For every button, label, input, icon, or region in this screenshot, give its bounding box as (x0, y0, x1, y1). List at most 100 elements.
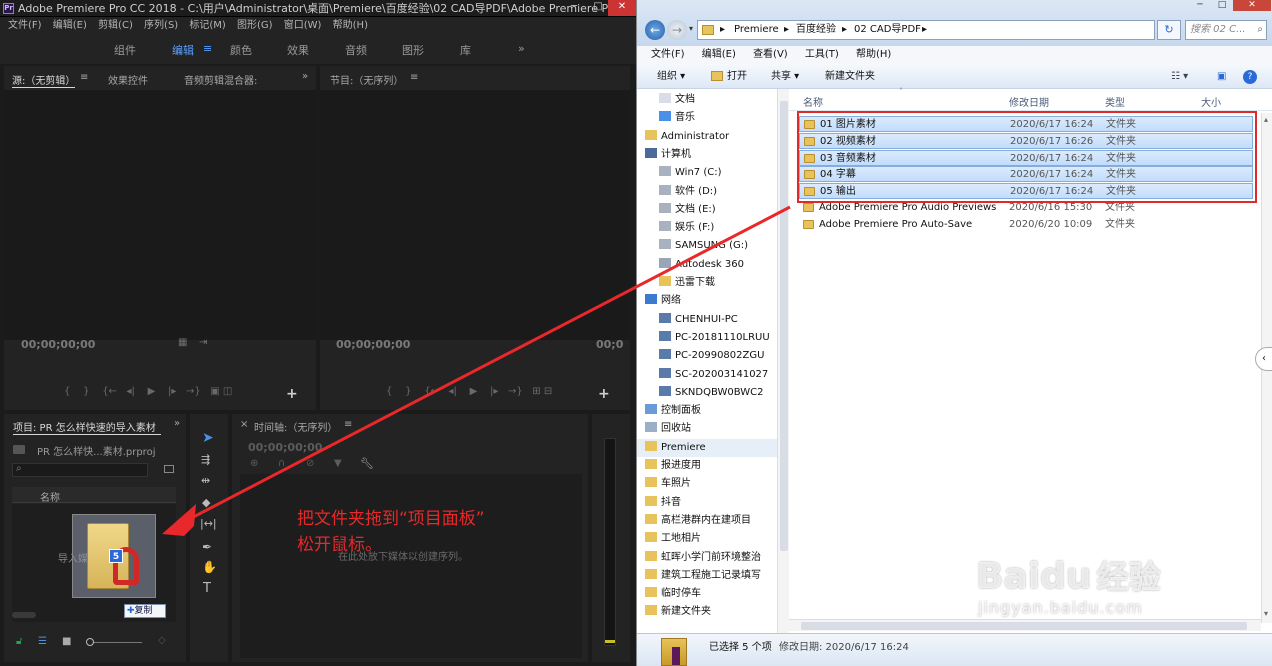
nav-item[interactable]: 计算机 (637, 146, 789, 164)
col-name[interactable]: 名称 (803, 94, 823, 109)
nav-item[interactable]: 文档 (E:) (637, 201, 789, 219)
nav-item[interactable]: 高栏港群内在建项目 (637, 512, 789, 530)
new-bin-icon[interactable] (164, 465, 174, 473)
nav-vscroll-thumb[interactable] (780, 101, 788, 551)
program-mark-out-icon[interactable]: } (405, 386, 411, 397)
minimize-icon[interactable]: ─ (562, 0, 586, 16)
nav-item[interactable]: CHENHUI-PC (637, 311, 789, 329)
icon-view-icon[interactable]: ■ (62, 636, 71, 647)
ex-menu-help[interactable]: 帮助(H) (856, 49, 891, 60)
tab-project[interactable]: 项目: PR 怎么样快速的导入素材 (13, 419, 161, 435)
hand-tool-icon[interactable]: ✋ (202, 560, 217, 574)
mark-out-icon[interactable]: } (83, 386, 89, 397)
nav-item[interactable]: 迅雷下载 (637, 274, 789, 292)
breadcrumb-sep-icon[interactable]: ▸ (842, 21, 847, 39)
breadcrumb-sep-icon[interactable]: ▸ (784, 21, 789, 39)
project-search-input[interactable]: ⌕ (12, 463, 148, 477)
share-button[interactable]: 共享 ▾ (771, 64, 799, 89)
workspace-assembly[interactable]: 组件 (114, 42, 136, 58)
explorer-minimize-icon[interactable]: ─ (1189, 0, 1211, 10)
list-view-icon[interactable]: ☰ (38, 636, 47, 647)
workspace-audio[interactable]: 音频 (345, 42, 367, 58)
nav-item[interactable]: SKNDQBW0BWC2 (637, 384, 789, 402)
zoom-slider[interactable] (88, 642, 142, 643)
add-marker-icon[interactable]: ▼ (334, 458, 342, 469)
source-overflow-icon[interactable]: » (302, 71, 308, 82)
nav-item[interactable]: 建筑工程施工记录填写 (637, 567, 789, 585)
snap-icon[interactable]: ∩ (278, 458, 285, 469)
breadcrumb-premiere[interactable]: Premiere (734, 21, 779, 39)
tab-program[interactable]: 节目:（无序列） (330, 72, 403, 87)
explorer-close-icon[interactable]: ✕ (1233, 0, 1271, 11)
view-options-icon[interactable]: ☷ ▾ (1171, 64, 1188, 89)
menu-graphics[interactable]: 图形(G) (237, 20, 273, 31)
file-row[interactable]: Adobe Premiere Pro Auto-Save 2020/6/20 10… (799, 217, 1253, 233)
menu-clip[interactable]: 剪辑(C) (98, 20, 133, 31)
workspace-editing[interactable]: 编辑 (172, 42, 194, 58)
nav-item[interactable]: 网络 (637, 292, 789, 310)
breadcrumb-sep-icon[interactable]: ▸ (922, 21, 927, 39)
go-out-icon[interactable]: →} (186, 386, 201, 397)
close-icon[interactable]: ✕ (608, 0, 636, 16)
ex-menu-edit[interactable]: 编辑(E) (702, 49, 736, 60)
razor-tool-icon[interactable]: ◆ (202, 496, 210, 509)
history-dropdown-icon[interactable]: ▾ (689, 24, 693, 33)
slip-tool-icon[interactable]: |↔| (200, 517, 217, 530)
program-mark-in-icon[interactable]: { (386, 386, 392, 397)
program-tab-menu-icon[interactable]: ≡ (410, 72, 418, 83)
ex-menu-view[interactable]: 查看(V) (753, 49, 788, 60)
timeline-tab-menu-icon[interactable]: ≡ (344, 419, 352, 430)
nav-item[interactable]: Win7 (C:) (637, 164, 789, 182)
linked-icon[interactable]: ⊘ (306, 458, 314, 469)
ex-menu-file[interactable]: 文件(F) (651, 49, 685, 60)
pen-tool-icon[interactable]: ✒ (202, 540, 212, 554)
menu-sequence[interactable]: 序列(S) (144, 20, 178, 31)
nav-item[interactable]: SAMSUNG (G:) (637, 237, 789, 255)
wrench-icon[interactable]: 🔧︎ (360, 457, 374, 470)
menu-window[interactable]: 窗口(W) (284, 20, 322, 31)
sort-icon[interactable]: ◇ (158, 635, 166, 646)
tab-timeline[interactable]: 时间轴:（无序列） (254, 419, 337, 434)
nav-item[interactable]: 控制面板 (637, 402, 789, 420)
timeline-close-icon[interactable]: × (240, 419, 248, 430)
mark-in-icon[interactable]: { (64, 386, 70, 397)
side-collapse-icon[interactable]: ‹ (1255, 347, 1272, 371)
overwrite-icon[interactable]: ◫ (223, 386, 232, 397)
extract-icon[interactable]: ⊟ (544, 386, 552, 397)
source-settings-icon[interactable]: ▦ (178, 337, 187, 348)
step-forward-icon[interactable]: |▸ (168, 386, 176, 397)
nav-item[interactable]: SC-202003141027 (637, 366, 789, 384)
program-go-in-icon[interactable]: {← (424, 386, 439, 397)
menu-edit[interactable]: 编辑(E) (53, 20, 87, 31)
col-size[interactable]: 大小 (1201, 94, 1221, 109)
selection-tool-icon[interactable]: ➤ (202, 430, 214, 446)
menu-marker[interactable]: 标记(M) (189, 20, 225, 31)
menu-file[interactable]: 文件(F) (8, 20, 42, 31)
column-name[interactable]: 名称 (40, 489, 60, 504)
nav-item[interactable]: 回收站 (637, 420, 789, 438)
project-drop-area[interactable]: 导入媒体 5 ✚复制 (12, 504, 176, 622)
refresh-button[interactable]: ↻ (1157, 20, 1181, 40)
nav-item[interactable]: 车照片 (637, 475, 789, 493)
col-modified[interactable]: 修改日期 (1009, 94, 1049, 109)
breadcrumb-sep-icon[interactable]: ▸ (720, 21, 725, 39)
breadcrumb-cad[interactable]: 02 CAD导PDF (854, 21, 921, 39)
source-tab-menu-icon[interactable]: ≡ (80, 72, 88, 83)
open-button[interactable]: 打开 (727, 64, 747, 89)
ex-menu-tools[interactable]: 工具(T) (805, 49, 839, 60)
workspace-color[interactable]: 颜色 (230, 42, 252, 58)
ripple-edit-tool-icon[interactable]: ⇹ (201, 474, 210, 487)
nav-item[interactable]: Premiere (637, 438, 789, 457)
nav-item[interactable]: 抖音 (637, 494, 789, 512)
track-select-tool-icon[interactable]: ⇶ (201, 453, 210, 466)
help-icon[interactable]: ? (1243, 70, 1257, 84)
search-input[interactable]: 搜索 02 C... ⌕ (1185, 20, 1267, 40)
nav-item[interactable]: 虹晖小学门前环境整治 (637, 549, 789, 567)
address-bar[interactable]: ▸ Premiere ▸ 百度经验 ▸ 02 CAD导PDF ▸ ▾ (697, 20, 1217, 40)
play-icon[interactable]: ▶ (148, 386, 156, 397)
tab-audio-clip-mixer[interactable]: 音频剪辑混合器: (184, 72, 257, 87)
lift-icon[interactable]: ⊞ (532, 386, 540, 397)
timeline-tracks[interactable]: 在此处放下媒体以创建序列。 (240, 474, 582, 658)
nav-item[interactable]: 软件 (D:) (637, 183, 789, 201)
program-go-out-icon[interactable]: →} (508, 386, 523, 397)
